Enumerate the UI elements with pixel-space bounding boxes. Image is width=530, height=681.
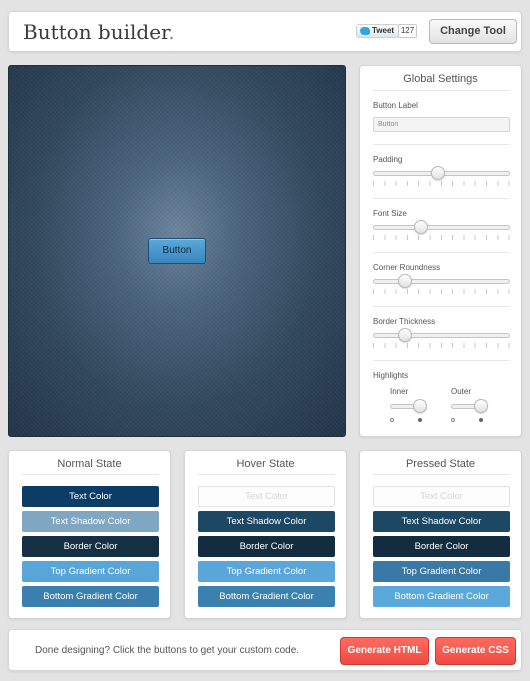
- change-tool-button[interactable]: Change Tool: [429, 19, 517, 44]
- global-settings-panel: Global Settings Button Label Button Padd…: [359, 65, 522, 437]
- tweet-count: 127: [398, 24, 417, 38]
- hover-top-gradient-color-button[interactable]: Top Gradient Color: [198, 561, 335, 582]
- tweet-label: Tweet: [372, 26, 395, 35]
- footer-message: Done designing? Click the buttons to get…: [35, 645, 300, 656]
- padding-label: Padding: [373, 155, 403, 164]
- divider: [198, 474, 335, 475]
- font-size-label: Font Size: [373, 209, 407, 218]
- footer-bar: Done designing? Click the buttons to get…: [8, 629, 522, 671]
- header-bar: Button builder. Tweet 127 Change Tool: [8, 11, 522, 52]
- generate-css-button[interactable]: Generate CSS: [435, 637, 516, 665]
- app-title: Button builder.: [23, 20, 175, 44]
- divider: [373, 252, 510, 253]
- padding-slider[interactable]: [373, 166, 510, 180]
- divider: [22, 474, 159, 475]
- pressed-state-panel: Pressed State Text Color Text Shadow Col…: [359, 450, 522, 619]
- pressed-state-title: Pressed State: [405, 458, 476, 470]
- highlights-label: Highlights: [373, 371, 409, 380]
- hover-border-color-button[interactable]: Border Color: [198, 536, 335, 557]
- corner-roundness-label: Corner Roundness: [373, 263, 441, 272]
- divider: [373, 306, 510, 307]
- normal-state-panel: Normal State Text Color Text Shadow Colo…: [8, 450, 171, 619]
- border-thickness-slider-handle[interactable]: [398, 328, 412, 342]
- divider: [373, 360, 510, 361]
- outer-highlight-toggle[interactable]: [451, 399, 488, 413]
- inner-highlight-label: Inner: [390, 387, 409, 396]
- border-thickness-slider[interactable]: [373, 328, 510, 342]
- inner-highlight-toggle[interactable]: [390, 399, 427, 413]
- normal-state-title: Normal State: [57, 458, 122, 470]
- inner-off-marker: [390, 418, 394, 422]
- pressed-top-gradient-color-button[interactable]: Top Gradient Color: [373, 561, 510, 582]
- button-preview-canvas: Button: [8, 65, 346, 437]
- pressed-bottom-gradient-color-button[interactable]: Bottom Gradient Color: [373, 586, 510, 607]
- preview-button[interactable]: Button: [148, 238, 206, 264]
- twitter-bird-icon: [360, 27, 370, 35]
- hover-state-panel: Hover State Text Color Text Shadow Color…: [184, 450, 347, 619]
- generate-html-button[interactable]: Generate HTML: [340, 637, 429, 665]
- border-thickness-ticks: [373, 343, 510, 348]
- pressed-border-color-button[interactable]: Border Color: [373, 536, 510, 557]
- padding-slider-handle[interactable]: [431, 166, 445, 180]
- corner-roundness-slider[interactable]: [373, 274, 510, 288]
- font-size-slider[interactable]: [373, 220, 510, 234]
- normal-border-color-button[interactable]: Border Color: [22, 536, 159, 557]
- border-thickness-label: Border Thickness: [373, 317, 436, 326]
- normal-text-color-button[interactable]: Text Color: [22, 486, 159, 507]
- font-size-ticks: [373, 235, 510, 240]
- app-title-text: Button builder: [23, 20, 169, 44]
- font-size-slider-handle[interactable]: [414, 220, 428, 234]
- corner-roundness-ticks: [373, 289, 510, 294]
- button-label-label: Button Label: [373, 101, 418, 110]
- pressed-text-shadow-color-button[interactable]: Text Shadow Color: [373, 511, 510, 532]
- pressed-text-color-button[interactable]: Text Color: [373, 486, 510, 507]
- button-label-input[interactable]: Button: [373, 117, 510, 132]
- global-settings-title: Global Settings: [403, 73, 478, 85]
- outer-off-marker: [451, 418, 455, 422]
- tweet-button[interactable]: Tweet: [356, 24, 400, 38]
- divider: [373, 90, 510, 91]
- outer-on-marker: [479, 418, 483, 422]
- inner-highlight-toggle-handle[interactable]: [413, 399, 427, 413]
- divider: [373, 144, 510, 145]
- divider: [373, 198, 510, 199]
- hover-bottom-gradient-color-button[interactable]: Bottom Gradient Color: [198, 586, 335, 607]
- hover-text-shadow-color-button[interactable]: Text Shadow Color: [198, 511, 335, 532]
- normal-top-gradient-color-button[interactable]: Top Gradient Color: [22, 561, 159, 582]
- app-title-dot: .: [168, 20, 175, 44]
- corner-roundness-slider-handle[interactable]: [398, 274, 412, 288]
- inner-on-marker: [418, 418, 422, 422]
- normal-text-shadow-color-button[interactable]: Text Shadow Color: [22, 511, 159, 532]
- hover-text-color-button[interactable]: Text Color: [198, 486, 335, 507]
- divider: [373, 474, 510, 475]
- hover-state-title: Hover State: [236, 458, 295, 470]
- padding-ticks: [373, 181, 510, 186]
- outer-highlight-label: Outer: [451, 387, 472, 396]
- outer-highlight-toggle-handle[interactable]: [474, 399, 488, 413]
- normal-bottom-gradient-color-button[interactable]: Bottom Gradient Color: [22, 586, 159, 607]
